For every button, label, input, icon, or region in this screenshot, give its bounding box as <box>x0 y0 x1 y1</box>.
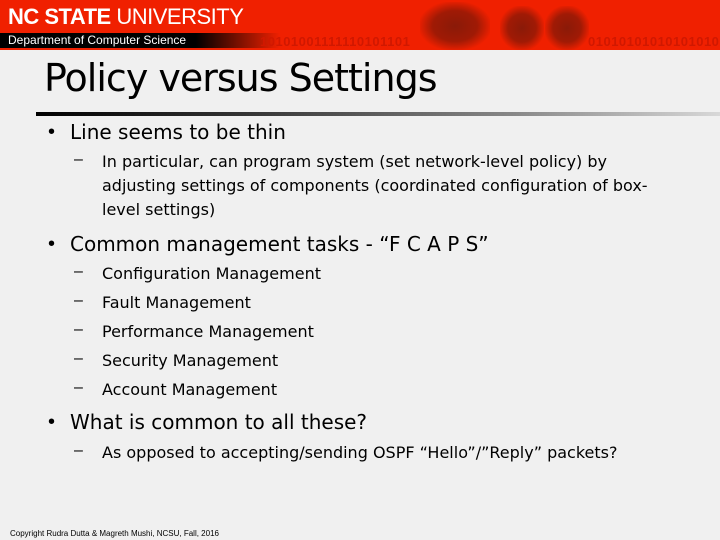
bullet-icon: • <box>48 411 56 433</box>
sub-bullet-text: Configuration Management <box>102 264 321 283</box>
university-name-bold: NC STATE <box>8 4 111 29</box>
sub-bullet-text: As opposed to accepting/sending OSPF “He… <box>102 443 618 462</box>
dash-icon: – <box>74 151 83 168</box>
sub-bullet-text: Security Management <box>102 351 279 370</box>
wolf-icon <box>545 6 589 50</box>
bullet-icon: • <box>48 121 56 143</box>
copyright-footer: Copyright Rudra Dutta & Magreth Mushi, N… <box>10 529 219 538</box>
bullet-text: What is common to all these? <box>70 410 368 434</box>
department-name: Department of Computer Science <box>8 33 187 47</box>
dash-icon: – <box>74 292 83 309</box>
wolf-head-icon <box>420 2 490 50</box>
sub-bullet-text: Fault Management <box>102 293 251 312</box>
dash-icon: – <box>74 350 83 367</box>
sub-bullet-text: In particular, can program system (set n… <box>102 150 607 174</box>
dash-icon: – <box>74 263 83 280</box>
dash-icon: – <box>74 321 83 338</box>
dash-icon: – <box>74 442 83 459</box>
university-name-light: UNIVERSITY <box>116 4 244 29</box>
slide-title: Policy versus Settings <box>44 56 437 100</box>
bullet-icon: • <box>48 233 56 255</box>
header-banner: NC STATE UNIVERSITY Department of Comput… <box>0 0 720 50</box>
dash-icon: – <box>74 379 83 396</box>
title-underline <box>36 112 720 116</box>
binary-decoration-right: 010101010101010101 <box>588 34 720 49</box>
bullet-text: Common management tasks - “F C A P S” <box>70 232 489 256</box>
sub-line: adjusting settings of components (coordi… <box>102 176 648 195</box>
bullet-text: Line seems to be thin <box>70 120 286 144</box>
sub-line: level settings) <box>102 200 216 219</box>
university-logo: NC STATE UNIVERSITY <box>8 4 244 30</box>
sub-line: In particular, can program system (set n… <box>102 152 607 171</box>
binary-decoration-left: 10101001111110101101 <box>260 34 411 49</box>
sub-bullet-text: Performance Management <box>102 322 314 341</box>
wolf-icon <box>500 6 544 50</box>
sub-bullet-text: Account Management <box>102 380 278 399</box>
